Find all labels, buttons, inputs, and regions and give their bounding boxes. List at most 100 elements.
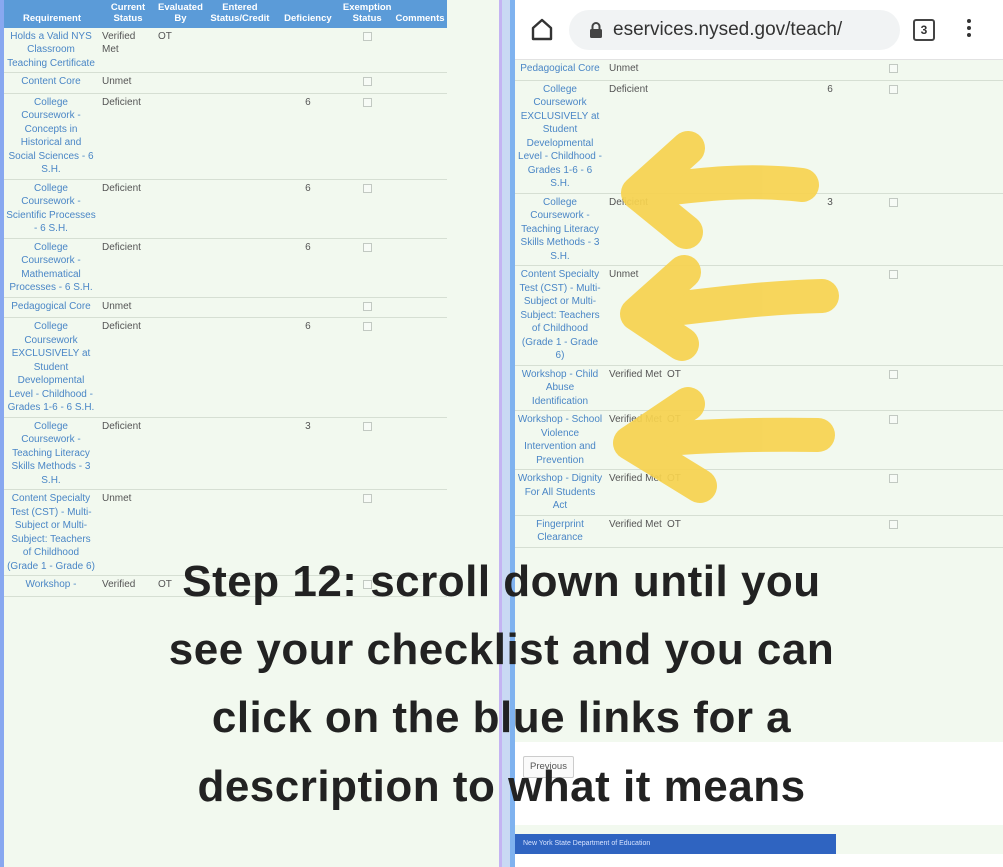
requirement-link[interactable]: College Coursework - Teaching Literacy S… — [12, 421, 91, 486]
comments-cell — [393, 317, 447, 418]
checkbox-icon[interactable] — [888, 519, 898, 529]
exemption-status-cell — [863, 193, 923, 266]
requirement-link[interactable]: Content Specialty Test (CST) - Multi-Sub… — [519, 269, 600, 361]
exemption-status-cell — [863, 515, 923, 548]
comments-cell — [393, 297, 447, 319]
exemption-status-cell — [340, 27, 394, 74]
pagination-area: Previous — [515, 742, 1003, 825]
requirement-link-cell: Fingerprint Clearance — [515, 515, 607, 548]
menu-icon[interactable] — [965, 17, 973, 41]
comments-cell — [393, 93, 447, 180]
address-bar[interactable]: eservices.nysed.gov/teach/ — [569, 10, 900, 50]
current-status-cell: Verified Met — [607, 469, 665, 516]
checkbox-icon[interactable] — [888, 84, 898, 94]
exemption-status-cell — [863, 60, 923, 81]
deficiency-value-cell: 6 — [274, 179, 341, 239]
checkbox-icon[interactable] — [362, 77, 372, 87]
requirement-link[interactable]: Pedagogical Core — [520, 63, 600, 74]
requirement-link[interactable]: College Coursework - Scientific Processe… — [6, 183, 95, 235]
current-status-cell: Deficient — [100, 179, 156, 239]
checkbox-icon[interactable] — [362, 580, 372, 590]
requirement-link-cell: College Coursework EXCLUSIVELY at Studen… — [4, 317, 100, 418]
requirement-link[interactable]: Content Core — [21, 76, 80, 87]
current-status: Deficient — [102, 241, 141, 253]
checkbox-icon[interactable] — [362, 183, 372, 193]
requirement-link[interactable]: College Coursework EXCLUSIVELY at Studen… — [518, 84, 602, 190]
evaluated-by: OT — [158, 30, 172, 42]
column-header: Evaluated By — [156, 0, 205, 28]
requirement-link[interactable]: Fingerprint Clearance — [536, 519, 584, 544]
requirement-link[interactable]: Workshop - — [26, 579, 77, 590]
url-text: eservices.nysed.gov/teach/ — [613, 19, 843, 40]
table-row: College Coursework - Teaching Literacy S… — [515, 193, 1003, 266]
requirement-link[interactable]: Pedagogical Core — [11, 301, 91, 312]
table-row: Workshop - Child Abuse Identification Ver… — [515, 365, 1003, 411]
previous-button[interactable]: Previous — [523, 756, 574, 778]
evaluated-by: OT — [667, 368, 681, 380]
column-header: Deficiency — [274, 0, 341, 28]
evaluated-by-cell — [665, 193, 717, 266]
current-status: Deficient — [609, 196, 648, 208]
exemption-status-cell — [340, 72, 394, 94]
deficiency-value: 6 — [827, 83, 833, 95]
requirement-link[interactable]: Workshop - Dignity For All Students Act — [518, 473, 602, 511]
exemption-status-cell — [863, 410, 923, 470]
evaluated-by-cell — [156, 93, 205, 180]
requirement-link[interactable]: College Coursework - Mathematical Proces… — [9, 242, 92, 294]
requirement-link-cell: College Coursework - Scientific Processe… — [4, 179, 100, 239]
browser-toolbar: eservices.nysed.gov/teach/ 3 — [515, 0, 1003, 60]
requirement-link-cell: Workshop - Child Abuse Identification — [515, 365, 607, 411]
checkbox-icon[interactable] — [362, 322, 372, 332]
deficiency-value-cell — [274, 27, 341, 74]
requirement-link[interactable]: Workshop - School Violence Intervention … — [518, 414, 602, 466]
comments-cell — [923, 410, 1003, 470]
checkbox-icon[interactable] — [888, 270, 898, 279]
requirement-link-cell: Workshop - — [4, 575, 100, 597]
page-bottom — [515, 854, 1003, 867]
checkbox-icon[interactable] — [888, 474, 898, 483]
requirement-link[interactable]: College Coursework - Teaching Literacy S… — [521, 197, 600, 262]
table-row: College Coursework - Teaching Literacy S… — [4, 417, 447, 491]
requirement-link[interactable]: Content Specialty Test (CST) - Multi-Sub… — [7, 493, 95, 572]
entered-status-credit-cell — [717, 365, 797, 411]
exemption-status-cell — [340, 238, 394, 298]
requirement-link[interactable]: College Coursework EXCLUSIVELY at Studen… — [8, 321, 95, 413]
deficiency-value-cell — [797, 365, 863, 411]
current-status: Deficient — [102, 96, 141, 108]
current-status-cell: Deficient — [100, 238, 156, 298]
entered-status-credit-cell — [717, 60, 797, 81]
lock-icon — [589, 22, 603, 38]
checkbox-icon[interactable] — [362, 97, 372, 107]
checkbox-icon[interactable] — [362, 421, 372, 431]
deficiency-value-cell — [797, 515, 863, 548]
current-status: Deficient — [609, 83, 648, 95]
checkbox-icon[interactable] — [362, 31, 372, 41]
evaluated-by-cell — [156, 417, 205, 491]
checkbox-icon[interactable] — [888, 64, 898, 73]
checkbox-icon[interactable] — [888, 415, 898, 424]
entered-status-credit-cell — [717, 469, 797, 516]
comments-cell — [923, 469, 1003, 516]
current-status-cell: Verified Met — [100, 27, 156, 74]
requirement-link-cell: Content Core — [4, 72, 100, 94]
requirement-link[interactable]: College Coursework - Concepts in Histori… — [8, 97, 93, 176]
right-checklist-container: Pedagogical Core Unmet College Coursework … — [515, 60, 1003, 548]
current-status-cell: Verified — [100, 575, 156, 597]
footer-text: New York State Department of Education — [523, 840, 651, 847]
checkbox-icon[interactable] — [362, 242, 372, 252]
requirement-link[interactable]: Workshop - Child Abuse Identification — [522, 369, 599, 407]
checkbox-icon[interactable] — [888, 197, 898, 207]
checkbox-icon[interactable] — [362, 301, 372, 311]
home-icon[interactable] — [529, 16, 555, 42]
requirement-link[interactable]: Holds a Valid NYS Classroom Teaching Cer… — [7, 31, 95, 69]
column-header-line-2: Status — [113, 12, 143, 24]
current-status-cell: Unmet — [607, 265, 665, 366]
current-status-cell: Unmet — [100, 297, 156, 319]
table-row: College Coursework - Scientific Processe… — [4, 179, 447, 239]
tabs-icon[interactable]: 3 — [913, 19, 935, 41]
entered-status-credit-cell — [204, 575, 275, 597]
checkbox-icon[interactable] — [362, 494, 372, 504]
checkbox-icon[interactable] — [888, 369, 898, 379]
requirement-link-cell: College Coursework - Mathematical Proces… — [4, 238, 100, 298]
requirement-link-cell: Workshop - School Violence Intervention … — [515, 410, 607, 470]
